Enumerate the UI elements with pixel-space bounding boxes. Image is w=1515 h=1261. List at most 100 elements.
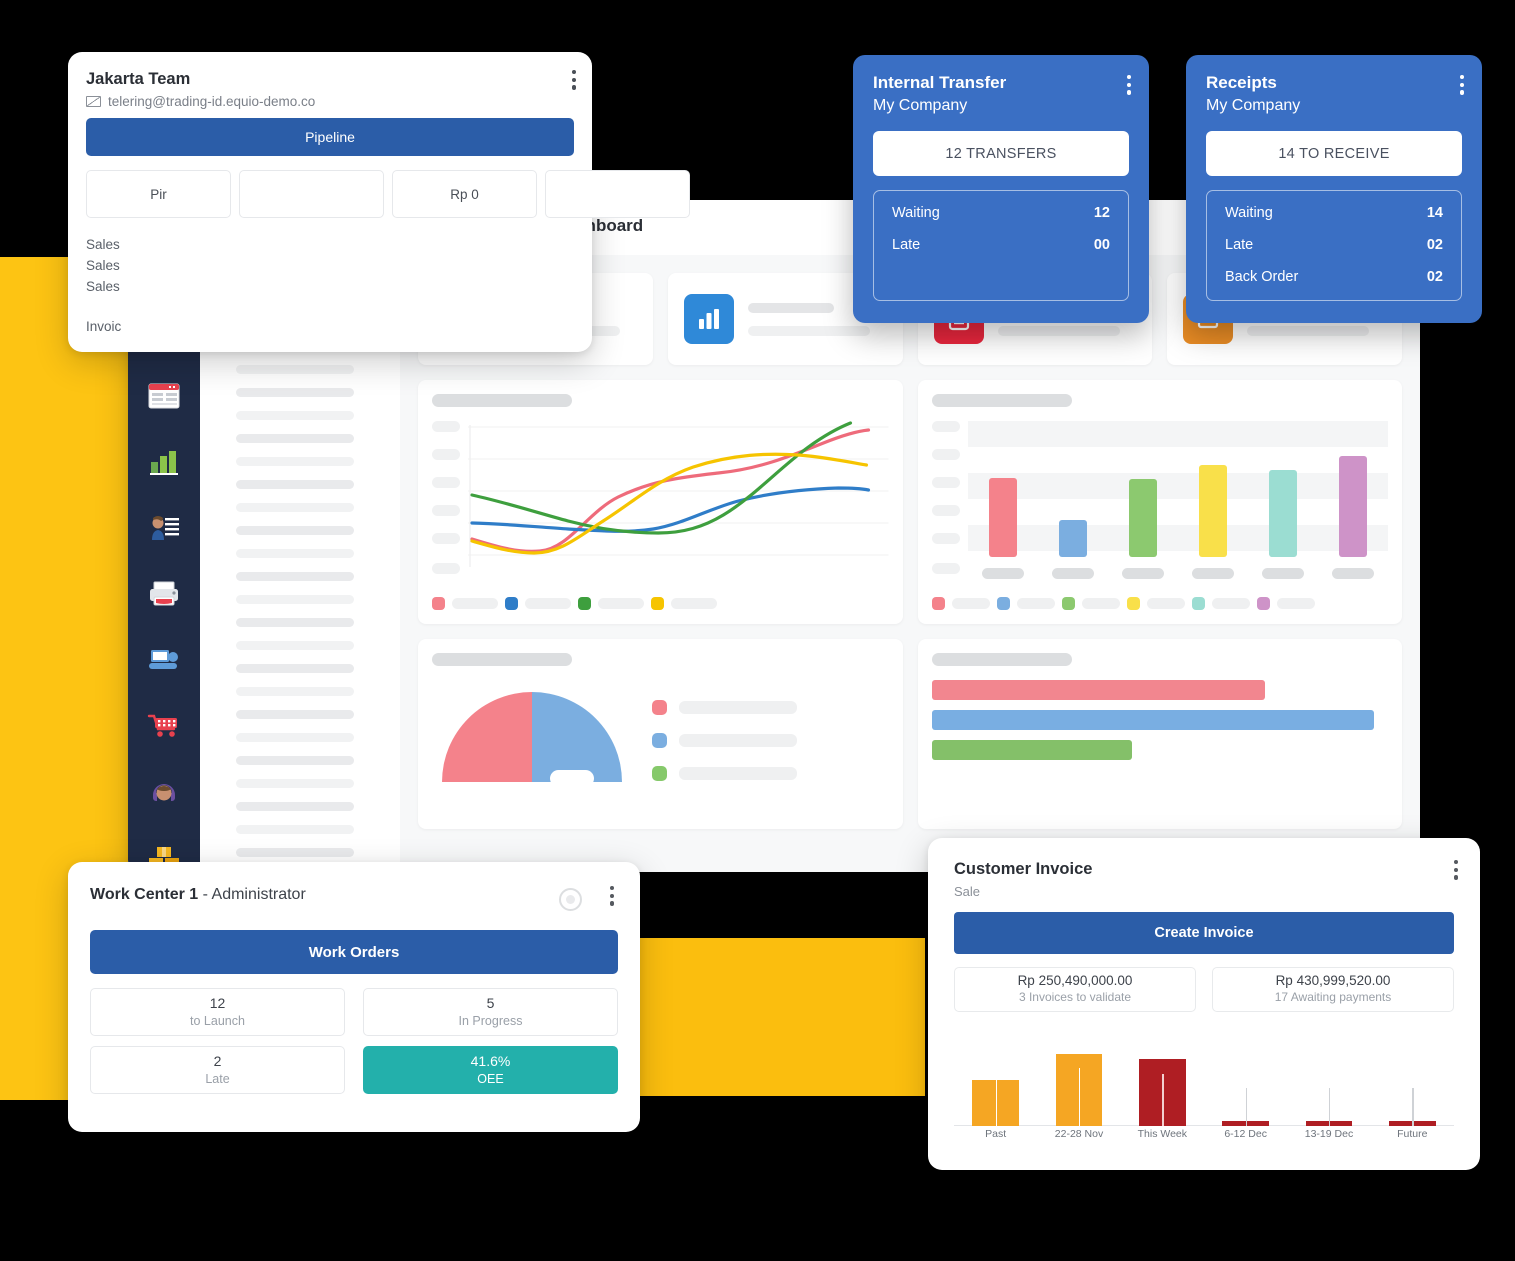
legend-dot xyxy=(1126,597,1140,610)
bar[interactable] xyxy=(1388,1088,1436,1126)
tile-label: Late xyxy=(205,1071,230,1086)
tile-label: OEE xyxy=(477,1071,504,1086)
jakarta-tile-2[interactable] xyxy=(239,170,384,218)
pos-terminal-icon[interactable] xyxy=(146,642,182,678)
bar xyxy=(988,478,1017,557)
x-tick-label: Future xyxy=(1397,1128,1428,1140)
jakarta-tile-3[interactable]: Rp 0 xyxy=(392,170,537,218)
more-vertical-icon[interactable] xyxy=(571,70,576,90)
bar-label-skeleton xyxy=(1331,568,1374,579)
stat-value: 14 xyxy=(1426,205,1443,221)
chart-row-bottom xyxy=(418,639,1402,829)
legend-label-skeleton xyxy=(951,598,990,609)
bar-column xyxy=(954,1038,1037,1126)
invoice-tile-to-validate[interactable]: Rp 250,490,000.00 3 Invoices to validate xyxy=(954,967,1196,1012)
work-center-tile-to-launch[interactable]: 12 to Launch xyxy=(90,988,345,1036)
internal-transfer-action-button[interactable]: 12 TRANSFERS xyxy=(873,131,1129,176)
chart-row-top xyxy=(418,380,1402,624)
bar[interactable] xyxy=(1222,1088,1269,1126)
stat-row[interactable]: Waiting 14 xyxy=(1225,205,1443,221)
chart-title-skeleton xyxy=(432,394,572,407)
jakarta-row-2: Sales xyxy=(86,258,120,273)
pie-chart-card xyxy=(418,639,903,829)
stat-label: Late xyxy=(1225,237,1254,253)
legend-dot xyxy=(651,597,664,610)
work-center-tile-late[interactable]: 2 Late xyxy=(90,1046,345,1094)
receipts-action-button[interactable]: 14 TO RECEIVE xyxy=(1206,131,1462,176)
bar-chart-card xyxy=(917,380,1402,624)
background-accent-mid xyxy=(620,938,925,1096)
bar xyxy=(1338,456,1367,557)
bar-label-skeleton xyxy=(1191,568,1234,579)
legend-label-skeleton xyxy=(598,598,644,609)
bar xyxy=(931,710,1375,730)
work-center-tile-in-progress[interactable]: 5 In Progress xyxy=(363,988,618,1036)
tile-value: 5 xyxy=(486,995,495,1012)
stat-row[interactable]: Late 02 xyxy=(1225,237,1443,253)
invoice-tile-awaiting-payments[interactable]: Rp 430,999,520.00 17 Awaiting payments xyxy=(1212,967,1454,1012)
invoice-chart-labels: Past 22-28 Nov This Week 6-12 Dec 13-19 … xyxy=(954,1128,1454,1148)
bar-label-skeleton xyxy=(1261,568,1304,579)
tile-caption: 17 Awaiting payments xyxy=(1274,990,1392,1005)
work-center-tile-oee[interactable]: 41.6% OEE xyxy=(363,1046,618,1094)
bar-label-skeleton xyxy=(981,568,1024,579)
circle-outline-icon[interactable] xyxy=(559,888,582,911)
more-vertical-icon[interactable] xyxy=(1453,860,1458,880)
stat-row[interactable]: Late 00 xyxy=(892,237,1110,253)
jakarta-row-3: Sales xyxy=(86,279,120,294)
work-orders-button[interactable]: Work Orders xyxy=(90,930,618,974)
work-center-header: Work Center 1 - Administrator xyxy=(90,886,306,904)
bar xyxy=(1058,520,1087,557)
more-vertical-icon[interactable] xyxy=(1459,75,1464,95)
stat-row[interactable]: Back Order 02 xyxy=(1225,269,1443,285)
legend-label-skeleton xyxy=(525,598,571,609)
tile-label: to Launch xyxy=(190,1013,245,1028)
stat-value: 02 xyxy=(1426,237,1443,253)
bar[interactable] xyxy=(1055,1053,1103,1126)
legend-label-skeleton xyxy=(1276,598,1315,609)
bar-chart-green-icon[interactable] xyxy=(146,444,182,480)
support-headset-icon[interactable] xyxy=(146,774,182,810)
pipeline-button[interactable]: Pipeline xyxy=(86,118,574,156)
work-center-card: Work Center 1 - Administrator Work Order… xyxy=(68,862,640,1132)
chart-title-skeleton xyxy=(931,394,1072,407)
bar xyxy=(1198,464,1227,557)
legend-label-skeleton xyxy=(1081,598,1120,609)
x-tick-label: This Week xyxy=(1137,1128,1188,1140)
legend-dot xyxy=(1191,597,1205,610)
line-chart-legend xyxy=(432,597,889,610)
jakarta-tile-4[interactable] xyxy=(545,170,690,218)
legend-dot xyxy=(996,597,1010,610)
receipts-stats: Waiting 14 Late 02 Back Order 02 xyxy=(1206,190,1462,301)
bar-chart-icon xyxy=(683,294,734,344)
create-invoice-button[interactable]: Create Invoice xyxy=(954,912,1454,954)
internal-transfer-stats: Waiting 12 Late 00 xyxy=(873,190,1129,301)
internal-transfer-subtitle: My Company xyxy=(873,97,968,114)
customer-invoice-title: Customer Invoice xyxy=(954,860,1093,878)
bar[interactable] xyxy=(1305,1088,1353,1126)
more-vertical-icon[interactable] xyxy=(1126,75,1131,95)
news-window-icon[interactable] xyxy=(146,378,182,414)
jakarta-tile-1[interactable]: Pir xyxy=(86,170,231,218)
customer-invoice-subtitle: Sale xyxy=(954,884,981,899)
invoice-bars xyxy=(954,1038,1454,1126)
bar-chart-bars xyxy=(968,421,1389,557)
customer-invoice-card: Customer Invoice Sale Create Invoice Rp … xyxy=(928,838,1480,1170)
legend-label-skeleton xyxy=(1211,598,1250,609)
bar[interactable] xyxy=(972,1078,1019,1126)
work-center-subtitle: - Administrator xyxy=(202,886,306,903)
stat-row[interactable]: Waiting 12 xyxy=(892,205,1110,221)
bar-column xyxy=(1037,1038,1120,1126)
printer-icon[interactable] xyxy=(146,576,182,612)
x-tick-label: 22-28 Nov xyxy=(1054,1128,1104,1140)
shopping-cart-icon[interactable] xyxy=(146,708,182,744)
receipts-card: Receipts My Company 14 TO RECEIVE Waitin… xyxy=(1186,55,1482,323)
contact-person-icon[interactable] xyxy=(146,510,182,546)
horizontal-bars xyxy=(931,680,1389,760)
legend-label-skeleton xyxy=(671,598,717,609)
bar[interactable] xyxy=(1138,1059,1186,1126)
more-vertical-icon[interactable] xyxy=(609,886,614,906)
composite-screenshot: HASHMICRO THINK FORWARD ERP Dashboard xyxy=(0,0,1515,1261)
jakarta-email: telering@trading-id.equio-demo.co xyxy=(108,94,316,109)
stat-label: Waiting xyxy=(892,205,940,221)
